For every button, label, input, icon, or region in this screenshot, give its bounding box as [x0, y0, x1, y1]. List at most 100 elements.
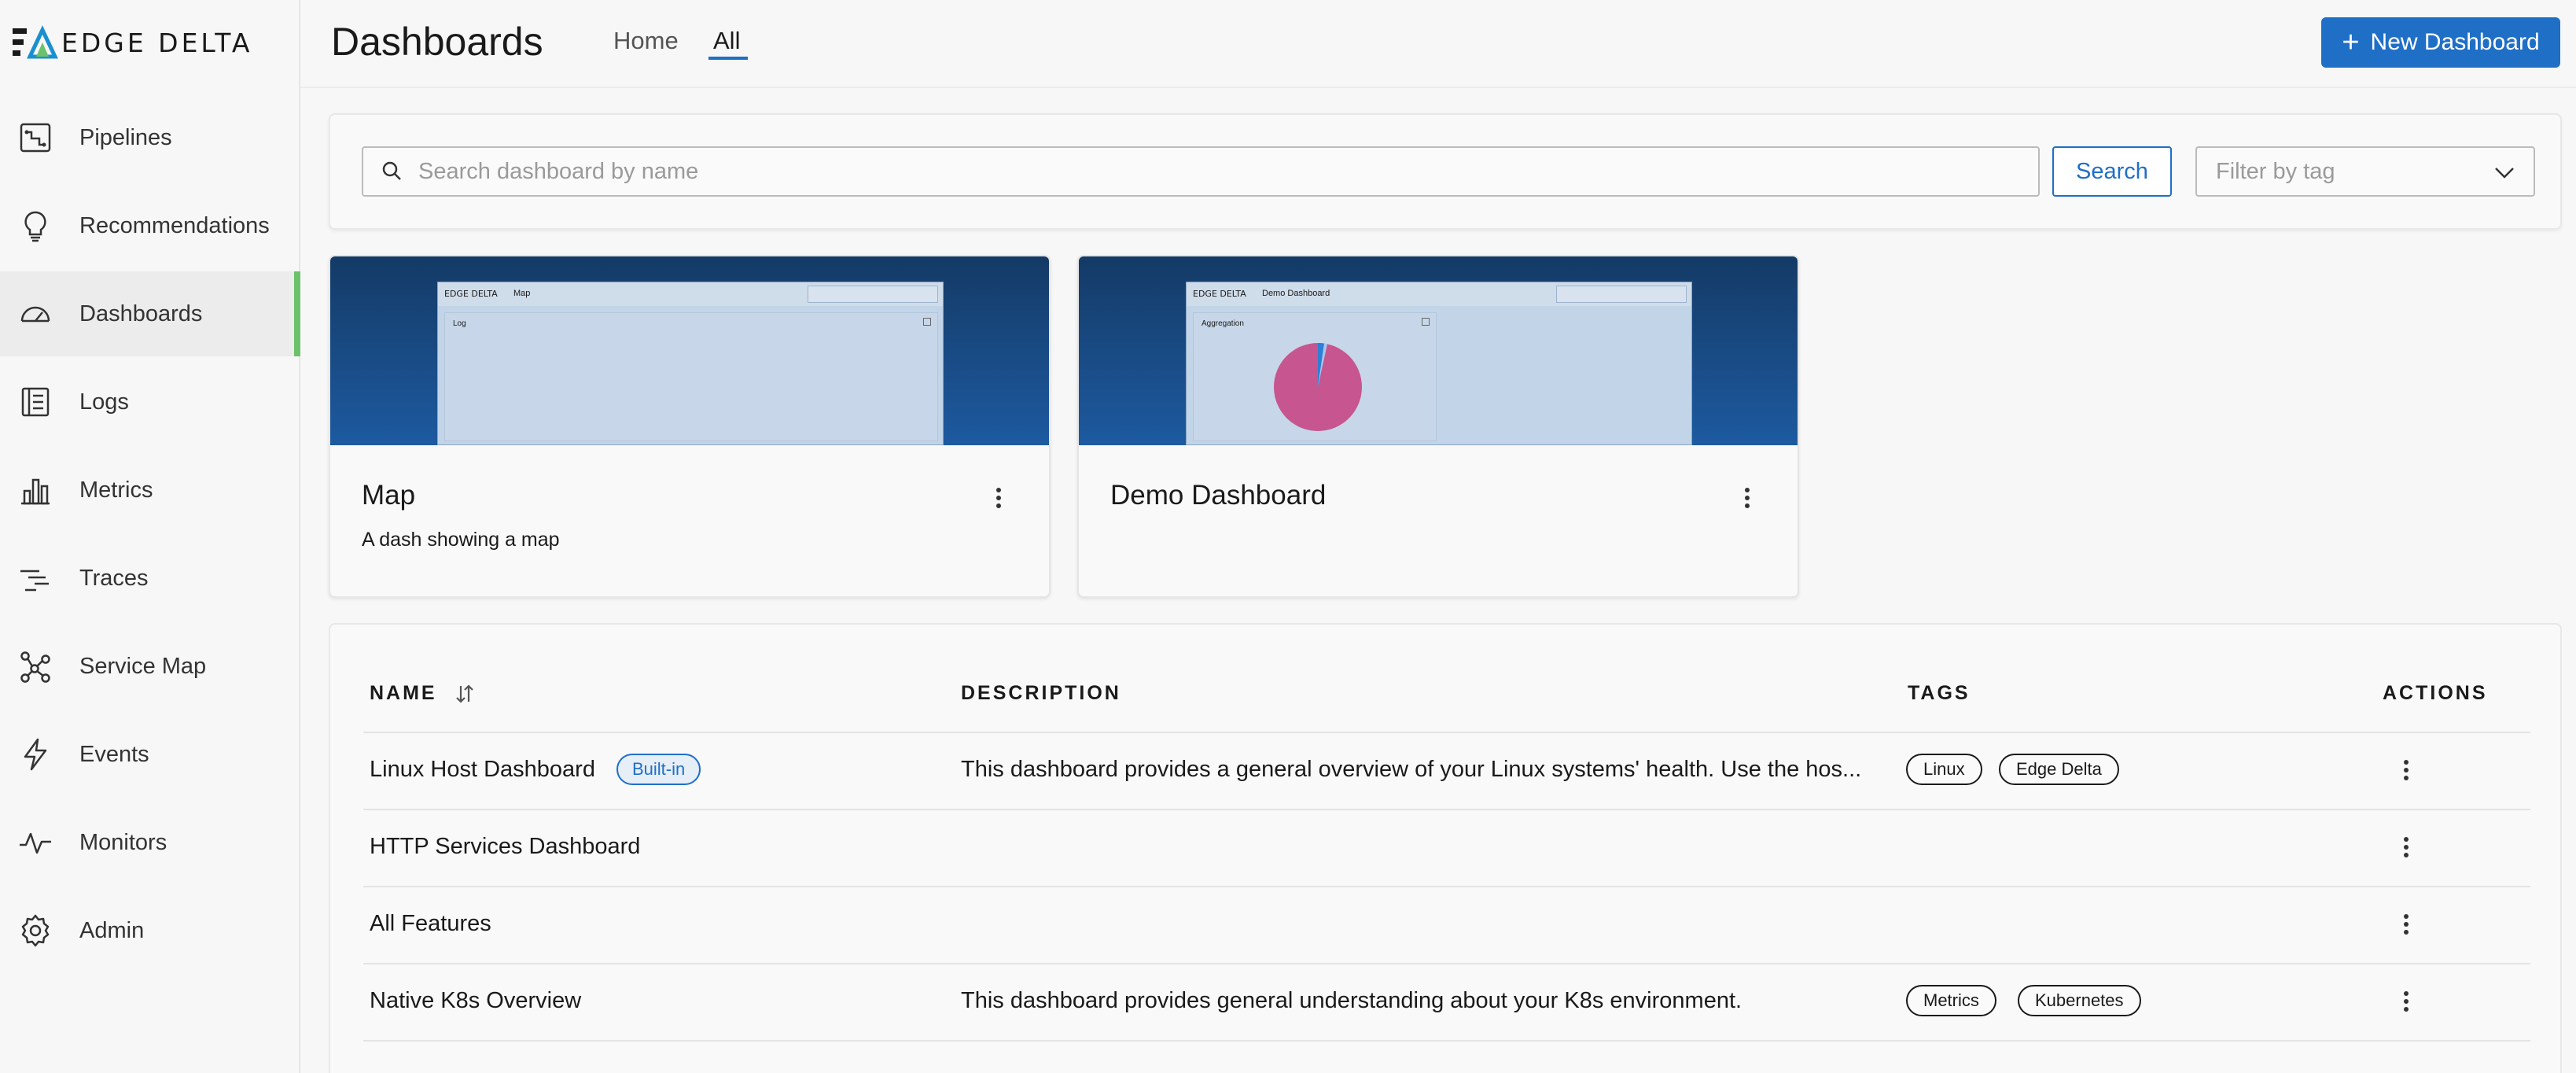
dashboard-thumbnail: EDGE DELTA Map Log	[330, 256, 1049, 445]
traces-icon	[17, 560, 53, 596]
thumbnail-panel: Log	[444, 312, 938, 441]
dashboards-table: NAME DESCRIPTION TAGS ACTIONS Linux Host…	[329, 623, 2562, 1073]
sidebar-item-service-map[interactable]: Service Map	[0, 624, 299, 709]
tab-home[interactable]: Home	[613, 27, 679, 55]
sidebar-item-monitors[interactable]: Monitors	[0, 800, 299, 885]
tag-chip[interactable]: Edge Delta	[1999, 754, 2119, 785]
more-vert-icon[interactable]	[2400, 834, 2412, 861]
column-header-name[interactable]: NAME	[370, 682, 437, 705]
dashboard-name-link[interactable]: All Features	[370, 911, 491, 937]
sidebar-item-label: Admin	[79, 917, 145, 943]
sidebar-item-events[interactable]: Events	[0, 712, 299, 797]
gear-icon	[17, 913, 53, 949]
sidebar-item-label: Metrics	[79, 477, 153, 503]
thumbnail-screenshot: EDGE DELTA Map Log	[437, 282, 944, 445]
card-title: Map	[362, 480, 416, 511]
table-row[interactable]: Linux Host Dashboard Built-in This dashb…	[363, 733, 2530, 809]
dashboard-description: This dashboard provides general understa…	[961, 988, 1742, 1013]
table-row[interactable]: Native K8s Overview This dashboard provi…	[363, 964, 2530, 1040]
lightbulb-icon	[17, 208, 53, 244]
thumbnail-search	[808, 286, 938, 303]
chevron-down-icon	[2495, 168, 2514, 179]
thumbnail-panel: Aggregation	[1193, 312, 1437, 441]
tag-filter-placeholder: Filter by tag	[2216, 158, 2335, 184]
dashboard-name-link[interactable]: Native K8s Overview	[370, 988, 581, 1014]
search-button[interactable]: Search	[2052, 146, 2172, 197]
thumbnail-title: Map	[513, 289, 531, 298]
sidebar-item-label: Recommendations	[79, 212, 270, 238]
external-link-icon	[1422, 318, 1430, 326]
dashboard-thumbnail: EDGE DELTA Demo Dashboard Aggregation	[1079, 256, 1798, 445]
table-row[interactable]: All Features	[363, 887, 2530, 963]
tag-chip[interactable]: Linux	[1906, 754, 1982, 785]
tag-chip[interactable]: Metrics	[1906, 985, 1996, 1016]
sidebar-item-recommendations[interactable]: Recommendations	[0, 183, 299, 268]
table-row[interactable]: HTTP Services Dashboard	[363, 810, 2530, 886]
more-vert-icon[interactable]	[2400, 988, 2412, 1015]
tag-chip[interactable]: Kubernetes	[2018, 985, 2141, 1016]
logo-text: EDGE DELTA	[61, 27, 253, 58]
dashboard-card[interactable]: EDGE DELTA Demo Dashboard Aggregation De…	[1077, 255, 1799, 598]
thumbnail-title: Demo Dashboard	[1262, 289, 1330, 298]
table-divider	[363, 1040, 2530, 1042]
sidebar-item-logs[interactable]: Logs	[0, 360, 299, 444]
search-input[interactable]	[418, 158, 1991, 185]
thumbnail-panel-label: Aggregation	[1202, 319, 1244, 328]
lightning-icon	[17, 736, 53, 772]
sidebar-item-label: Events	[79, 741, 149, 767]
card-title: Demo Dashboard	[1110, 480, 1327, 511]
pulse-icon	[17, 824, 53, 861]
bar-chart-icon	[17, 472, 53, 508]
sidebar-item-dashboards[interactable]: Dashboards	[0, 271, 300, 356]
dashboard-name-link[interactable]: HTTP Services Dashboard	[370, 834, 640, 860]
sidebar-item-label: Pipelines	[79, 124, 172, 150]
thumbnail-search	[1556, 286, 1687, 303]
dashboard-name-link[interactable]: Linux Host Dashboard	[370, 757, 595, 783]
sidebar-item-metrics[interactable]: Metrics	[0, 448, 299, 533]
sidebar-item-label: Monitors	[79, 829, 167, 855]
thumbnail-pie-chart	[1274, 343, 1362, 431]
sort-icon[interactable]	[454, 683, 475, 705]
sidebar-item-traces[interactable]: Traces	[0, 536, 299, 621]
thumbnail-panel-label: Log	[453, 319, 466, 328]
sidebar-item-admin[interactable]: Admin	[0, 888, 299, 973]
pipelines-icon	[17, 120, 53, 156]
more-vert-icon[interactable]	[1741, 485, 1754, 511]
gauge-icon	[17, 296, 53, 332]
plus-icon: +	[2342, 25, 2360, 59]
column-header-tags: TAGS	[1908, 682, 1971, 704]
column-header-actions: ACTIONS	[2383, 682, 2488, 704]
thumbnail-header: EDGE DELTA Demo Dashboard	[1187, 282, 1691, 306]
more-vert-icon[interactable]	[992, 485, 1005, 511]
sidebar-item-label: Logs	[79, 389, 129, 415]
search-panel: Search Filter by tag	[329, 113, 2562, 230]
sidebar-item-label: Dashboards	[79, 301, 203, 326]
built-in-badge: Built-in	[616, 754, 701, 785]
thumbnail-header: EDGE DELTA Map	[438, 282, 943, 306]
search-field[interactable]	[362, 146, 2040, 197]
sidebar: EDGE DELTA Pipelines Recommendations Das…	[0, 0, 300, 1073]
sidebar-item-label: Traces	[79, 565, 149, 591]
more-vert-icon[interactable]	[2400, 911, 2412, 938]
dashboard-card[interactable]: EDGE DELTA Map Log Map A dash showing a …	[329, 255, 1051, 598]
external-link-icon	[923, 318, 931, 326]
edge-delta-logo[interactable]: EDGE DELTA	[13, 24, 252, 61]
sidebar-item-label: Service Map	[79, 653, 207, 679]
tab-all[interactable]: All	[713, 27, 740, 55]
more-vert-icon[interactable]	[2400, 757, 2412, 784]
thumbnail-logo: EDGE DELTA	[444, 289, 498, 299]
new-dashboard-button[interactable]: + New Dashboard	[2321, 17, 2560, 68]
thumbnail-logo: EDGE DELTA	[1193, 289, 1246, 299]
sidebar-item-pipelines[interactable]: Pipelines	[0, 95, 299, 180]
header-divider	[300, 87, 2576, 88]
search-icon	[382, 161, 401, 180]
service-map-icon	[17, 648, 53, 684]
dashboard-description: This dashboard provides a general overvi…	[961, 757, 1862, 782]
new-dashboard-label: New Dashboard	[2370, 29, 2540, 55]
tag-filter-select[interactable]: Filter by tag	[2195, 146, 2535, 197]
card-description: A dash showing a map	[362, 529, 560, 551]
thumbnail-screenshot: EDGE DELTA Demo Dashboard Aggregation	[1186, 282, 1692, 445]
active-tab-indicator	[708, 57, 748, 60]
logs-icon	[17, 384, 53, 420]
page-title: Dashboards	[331, 20, 543, 64]
